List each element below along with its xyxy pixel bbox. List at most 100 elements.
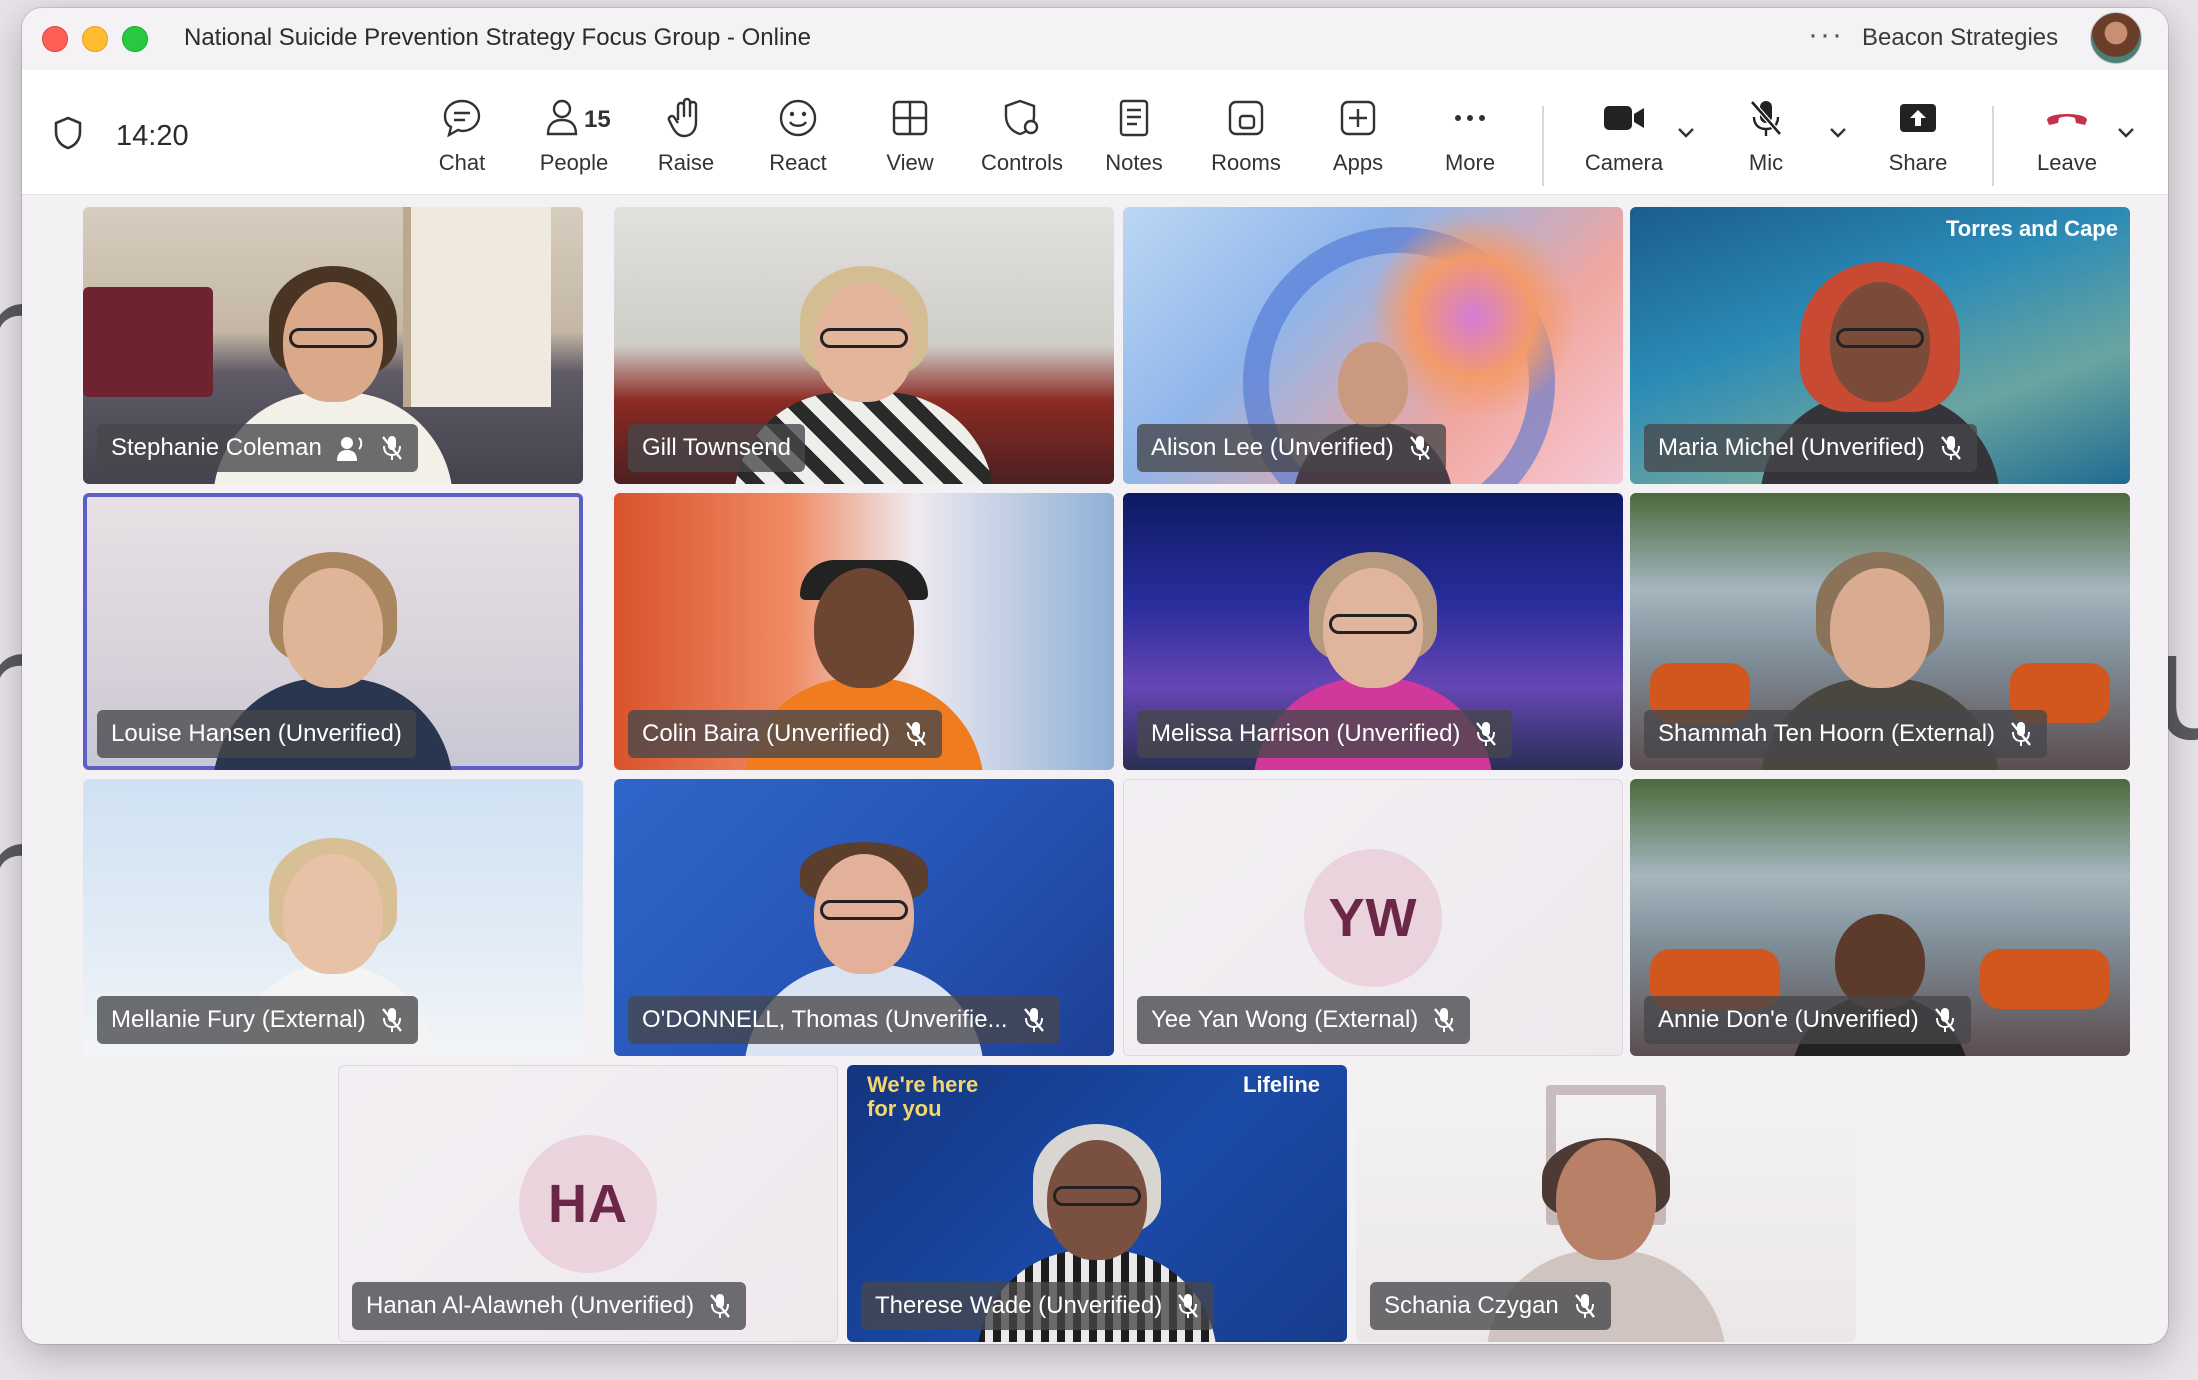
mic-off-icon xyxy=(1178,1294,1199,1318)
smiley-icon xyxy=(779,99,817,137)
video-tile[interactable]: Alison Lee (Unverified) xyxy=(1123,207,1623,484)
rooms-button[interactable]: Rooms xyxy=(1194,96,1298,182)
share-screen-icon xyxy=(1900,104,1936,132)
video-tile[interactable]: Melissa Harrison (Unverified) xyxy=(1123,493,1623,770)
participant-initials-avatar: HA xyxy=(519,1135,657,1273)
participant-name-card: Annie Don'e (Unverified) xyxy=(1644,996,1971,1044)
notes-button[interactable]: Notes xyxy=(1082,96,1186,182)
participant-name: Hanan Al-Alawneh (Unverified) xyxy=(366,1292,695,1319)
participant-name: Schania Czygan xyxy=(1384,1292,1559,1319)
zoom-window-button[interactable] xyxy=(122,26,148,52)
video-tile[interactable]: Annie Don'e (Unverified) xyxy=(1630,779,2130,1056)
video-tile[interactable]: Gill Townsend xyxy=(614,207,1114,484)
mic-off-icon xyxy=(381,436,402,460)
react-button[interactable]: React xyxy=(746,96,850,182)
participant-name-card: Mellanie Fury (External) xyxy=(97,996,418,1044)
mic-off-icon xyxy=(1934,1008,1955,1032)
notes-label: Notes xyxy=(1105,150,1163,175)
participant-initials-avatar: YW xyxy=(1304,849,1442,987)
meeting-toolbar: 14:20 Chat 15 People Raise React View Co… xyxy=(22,70,2168,195)
leave-options-chevron-icon[interactable] xyxy=(2114,120,2138,144)
chat-icon xyxy=(443,99,481,138)
controls-label: Controls xyxy=(981,150,1063,175)
video-tile[interactable]: Mellanie Fury (External) xyxy=(83,779,583,1056)
share-label: Share xyxy=(1888,150,1948,175)
apps-button[interactable]: Apps xyxy=(1306,96,1410,182)
view-button[interactable]: View xyxy=(858,96,962,182)
mic-off-icon xyxy=(381,1008,402,1032)
more-button[interactable]: More xyxy=(1418,96,1522,182)
video-tile[interactable]: We're here for you Lifeline Therese Wade… xyxy=(847,1065,1347,1342)
video-tile[interactable]: O'DONNELL, Thomas (Unverifie... xyxy=(614,779,1114,1056)
participant-name-card: Gill Townsend xyxy=(628,424,805,472)
title-more-button[interactable]: ··· xyxy=(1808,18,1844,52)
shield-icon[interactable] xyxy=(52,115,84,151)
raise-hand-button[interactable]: Raise xyxy=(634,96,738,182)
meeting-timer: 14:20 xyxy=(116,120,189,152)
mic-off-icon xyxy=(1574,1294,1595,1318)
people-count: 15 xyxy=(584,106,611,133)
view-label: View xyxy=(886,150,934,175)
controls-button[interactable]: Controls xyxy=(970,96,1074,182)
participant-name: Stephanie Coleman xyxy=(111,434,322,461)
mic-off-icon xyxy=(1940,436,1961,460)
teams-meeting-window: National Suicide Prevention Strategy Foc… xyxy=(22,8,2168,1344)
toolbar-divider xyxy=(1542,106,1544,186)
participant-name: Melissa Harrison (Unverified) xyxy=(1151,720,1461,747)
mic-off-icon xyxy=(1023,1008,1044,1032)
camera-label: Camera xyxy=(1584,150,1664,175)
background-slogan-text: We're here for you xyxy=(867,1072,979,1121)
toolbar-divider xyxy=(1992,106,1994,186)
leave-label: Leave xyxy=(2037,150,2097,175)
more-label: More xyxy=(1444,150,1496,175)
video-tile[interactable]: Torres and Cape Maria Michel (Unverified… xyxy=(1630,207,2130,484)
mic-muted-icon xyxy=(1750,100,1782,136)
camera-icon xyxy=(1604,106,1644,130)
close-window-button[interactable] xyxy=(42,26,68,52)
participant-name: Colin Baira (Unverified) xyxy=(642,720,891,747)
people-label: People xyxy=(539,150,609,175)
participant-name-card: Maria Michel (Unverified) xyxy=(1644,424,1977,472)
organization-name[interactable]: Beacon Strategies xyxy=(1862,24,2058,52)
participant-name: Louise Hansen (Unverified) xyxy=(111,720,402,747)
video-tile-active-speaker[interactable]: Louise Hansen (Unverified) xyxy=(83,493,583,770)
video-tile[interactable]: Schania Czygan xyxy=(1356,1065,1856,1342)
people-button[interactable]: 15 People xyxy=(522,96,626,182)
participant-name-card: O'DONNELL, Thomas (Unverifie... xyxy=(628,996,1060,1044)
shield-gear-icon xyxy=(1004,99,1039,136)
react-label: React xyxy=(769,150,827,175)
video-tile-no-camera[interactable]: YW Yee Yan Wong (External) xyxy=(1123,779,1623,1056)
minimize-window-button[interactable] xyxy=(82,26,108,52)
participant-name: Shammah Ten Hoorn (External) xyxy=(1658,720,1996,747)
hang-up-phone-icon xyxy=(2047,114,2087,125)
leave-button[interactable]: Leave xyxy=(2012,96,2122,182)
participant-name-card: Alison Lee (Unverified) xyxy=(1137,424,1446,472)
mic-label: Mic xyxy=(1748,150,1784,175)
grid-view-icon xyxy=(892,100,928,136)
video-tile[interactable]: Colin Baira (Unverified) xyxy=(614,493,1114,770)
camera-button[interactable]: Camera xyxy=(1564,96,1684,182)
meeting-title: National Suicide Prevention Strategy Foc… xyxy=(184,24,811,51)
participant-name-card: Therese Wade (Unverified) xyxy=(861,1282,1215,1330)
participant-name: Maria Michel (Unverified) xyxy=(1658,434,1925,461)
participant-name-card: Shammah Ten Hoorn (External) xyxy=(1644,710,2048,758)
participant-name-card: Colin Baira (Unverified) xyxy=(628,710,943,758)
user-avatar[interactable] xyxy=(2090,12,2142,64)
camera-options-chevron-icon[interactable] xyxy=(1674,120,1698,144)
video-gallery: Stephanie Coleman Gill Townsend Alison L… xyxy=(22,195,2168,1344)
mic-button[interactable]: Mic xyxy=(1714,96,1818,182)
more-dots-icon xyxy=(1455,115,1485,121)
title-bar: National Suicide Prevention Strategy Foc… xyxy=(22,8,2168,71)
video-tile[interactable]: Shammah Ten Hoorn (External) xyxy=(1630,493,2130,770)
chat-button[interactable]: Chat xyxy=(410,96,514,182)
share-button[interactable]: Share xyxy=(1866,96,1970,182)
mic-off-icon xyxy=(1476,722,1497,746)
video-tile[interactable]: Stephanie Coleman xyxy=(83,207,583,484)
participant-name: Therese Wade (Unverified) xyxy=(875,1292,1163,1319)
notes-icon xyxy=(1119,99,1149,137)
raise-hand-icon xyxy=(667,97,698,138)
apps-plus-icon xyxy=(1340,100,1376,136)
video-tile-no-camera[interactable]: HA Hanan Al-Alawneh (Unverified) xyxy=(338,1065,838,1342)
participant-name: Annie Don'e (Unverified) xyxy=(1658,1006,1919,1033)
mic-options-chevron-icon[interactable] xyxy=(1826,120,1850,144)
